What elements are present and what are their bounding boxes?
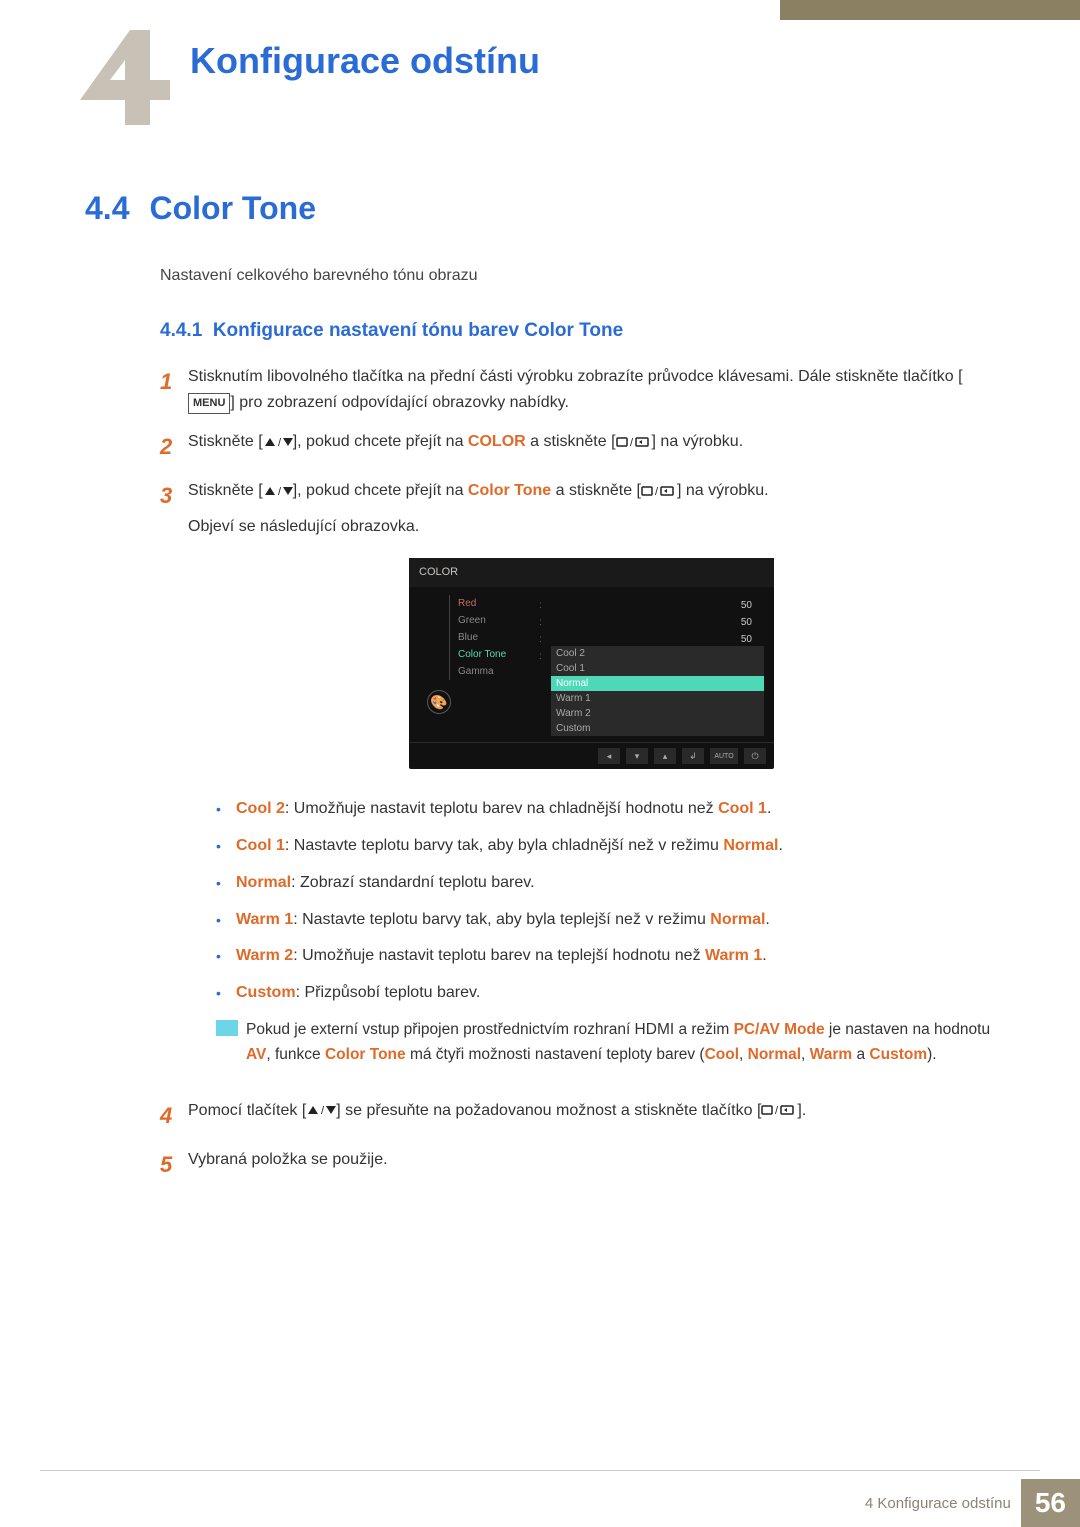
step-body: Stisknutím libovolného tlačítka na předn… bbox=[188, 364, 995, 415]
svg-text:/: / bbox=[278, 437, 282, 448]
up-down-icon: / bbox=[263, 436, 293, 448]
step-2: 2 Stiskněte [/], pokud chcete přejít na … bbox=[160, 429, 995, 464]
osd-menu-blue: Blue bbox=[449, 629, 539, 646]
osd-opt-warm1: Warm 1 bbox=[551, 691, 764, 706]
bullet-normal: Normal: Zobrazí standardní teplotu barev… bbox=[216, 871, 995, 896]
bullet-warm2: Warm 2: Umožňuje nastavit teplotu barev … bbox=[216, 944, 995, 969]
osd-screenshot: COLOR Red Green Blue Color Tone Gamma bbox=[188, 558, 995, 770]
bullet-cool1: Cool 1: Nastavte teplotu barvy tak, aby … bbox=[216, 834, 995, 859]
chapter-four-icon bbox=[60, 20, 190, 140]
header-accent-bar bbox=[780, 0, 1080, 20]
nav-down-icon: ▾ bbox=[626, 748, 648, 764]
note-block: Pokud je externí vstup připojen prostřed… bbox=[216, 1018, 995, 1068]
palette-icon: 🎨 bbox=[427, 690, 451, 714]
page: Konfigurace odstínu 4.4 Color Tone Nastav… bbox=[0, 0, 1080, 1527]
osd-menu-gamma: Gamma bbox=[449, 663, 539, 680]
bullet-cool2: Cool 2: Umožňuje nastavit teplotu barev … bbox=[216, 797, 995, 822]
osd-opt-warm2: Warm 2 bbox=[551, 706, 764, 721]
nav-left-icon: ◂ bbox=[598, 748, 620, 764]
target-colortone: Color Tone bbox=[468, 482, 551, 499]
svg-text:/: / bbox=[775, 1105, 779, 1116]
svg-text:/: / bbox=[630, 437, 634, 448]
svg-text:/: / bbox=[278, 486, 282, 497]
osd-panel: COLOR Red Green Blue Color Tone Gamma bbox=[409, 558, 774, 770]
nav-up-icon: ▴ bbox=[654, 748, 676, 764]
subsection-heading: 4.4.1 Konfigurace nastavení tónu barev C… bbox=[160, 320, 995, 342]
enter-source-icon: / bbox=[641, 485, 677, 497]
osd-nav-bar: ◂ ▾ ▴ ↲ AUTO ⏻ bbox=[409, 742, 774, 769]
nav-power-icon: ⏻ bbox=[744, 748, 766, 764]
bullet-warm1: Warm 1: Nastavte teplotu barvy tak, aby … bbox=[216, 908, 995, 933]
osd-val-green: 50 bbox=[551, 614, 752, 631]
footer-bar: 4 Konfigurace odstínu 56 bbox=[0, 1479, 1080, 1527]
step-3: 3 Stiskněte [/], pokud chcete přejít na … bbox=[160, 478, 995, 1083]
section-intro: Nastavení celkového barevného tónu obraz… bbox=[160, 267, 995, 285]
subsection-title: Konfigurace nastavení tónu barev Color T… bbox=[213, 320, 623, 341]
page-footer: 4 Konfigurace odstínu 56 bbox=[0, 1470, 1080, 1527]
osd-options-list: Cool 2 Cool 1 Normal Warm 1 Warm 2 Custo… bbox=[551, 646, 764, 736]
step-1: 1 Stisknutím libovolného tlačítka na pře… bbox=[160, 364, 995, 415]
osd-menu-red: Red bbox=[449, 595, 539, 612]
enter-source-icon: / bbox=[616, 436, 652, 448]
osd-menu-colortone: Color Tone bbox=[449, 646, 539, 663]
osd-val-red: 50 bbox=[551, 597, 752, 614]
svg-text:/: / bbox=[655, 486, 659, 497]
step-body: Pomocí tlačítek [/] se přesuňte na požad… bbox=[188, 1098, 995, 1133]
osd-menu-green: Green bbox=[449, 612, 539, 629]
up-down-icon: / bbox=[306, 1104, 336, 1116]
osd-opt-cool2: Cool 2 bbox=[551, 646, 764, 661]
content-area: 4.4 Color Tone Nastavení celkového barevn… bbox=[85, 190, 995, 1196]
footer-chapter-label: 4 Konfigurace odstínu bbox=[865, 1495, 1011, 1512]
enter-source-icon: / bbox=[761, 1104, 797, 1116]
step-number: 1 bbox=[160, 364, 188, 415]
svg-text:/: / bbox=[321, 1105, 325, 1116]
osd-menu-list: Red Green Blue Color Tone Gamma bbox=[419, 595, 539, 680]
footer-divider bbox=[40, 1470, 1040, 1471]
target-color: COLOR bbox=[468, 433, 526, 450]
section-title: Color Tone bbox=[149, 190, 316, 226]
step-number: 2 bbox=[160, 429, 188, 464]
step-number: 3 bbox=[160, 478, 188, 1083]
step-4: 4 Pomocí tlačítek [/] se přesuňte na pož… bbox=[160, 1098, 995, 1133]
chapter-title: Konfigurace odstínu bbox=[190, 40, 540, 82]
nav-enter-icon: ↲ bbox=[682, 748, 704, 764]
osd-values: 50 50 50 bbox=[551, 595, 764, 648]
step-number: 4 bbox=[160, 1098, 188, 1133]
step-body: Stiskněte [/], pokud chcete přejít na CO… bbox=[188, 429, 995, 464]
chapter-number-graphic bbox=[60, 20, 190, 140]
bullet-custom: Custom: Přizpůsobí teplotu barev. bbox=[216, 981, 995, 1006]
section-number: 4.4 bbox=[85, 190, 129, 226]
nav-auto-button: AUTO bbox=[710, 748, 738, 764]
osd-opt-normal: Normal bbox=[551, 676, 764, 691]
osd-left-column: Red Green Blue Color Tone Gamma 🎨 bbox=[419, 595, 539, 736]
osd-colons: :::: bbox=[539, 595, 551, 736]
step-number: 5 bbox=[160, 1147, 188, 1182]
osd-body: Red Green Blue Color Tone Gamma 🎨 bbox=[409, 587, 774, 742]
steps-list: 1 Stisknutím libovolného tlačítka na pře… bbox=[160, 364, 995, 1182]
footer-page-number: 56 bbox=[1021, 1479, 1080, 1527]
step-3-line2: Objeví se následující obrazovka. bbox=[188, 514, 995, 540]
step-body: Vybraná položka se použije. bbox=[188, 1147, 995, 1182]
step-5: 5 Vybraná položka se použije. bbox=[160, 1147, 995, 1182]
step-body: Stiskněte [/], pokud chcete přejít na Co… bbox=[188, 478, 995, 1083]
osd-title: COLOR bbox=[409, 558, 774, 588]
note-icon bbox=[216, 1018, 246, 1068]
up-down-icon: / bbox=[263, 485, 293, 497]
note-text: Pokud je externí vstup připojen prostřed… bbox=[246, 1018, 995, 1068]
menu-button-label: MENU bbox=[188, 393, 230, 415]
osd-opt-cool1: Cool 1 bbox=[551, 661, 764, 676]
section-heading: 4.4 Color Tone bbox=[85, 190, 995, 227]
osd-opt-custom: Custom bbox=[551, 721, 764, 736]
subsection-number: 4.4.1 bbox=[160, 320, 202, 341]
option-descriptions: Cool 2: Umožňuje nastavit teplotu barev … bbox=[216, 797, 995, 1006]
